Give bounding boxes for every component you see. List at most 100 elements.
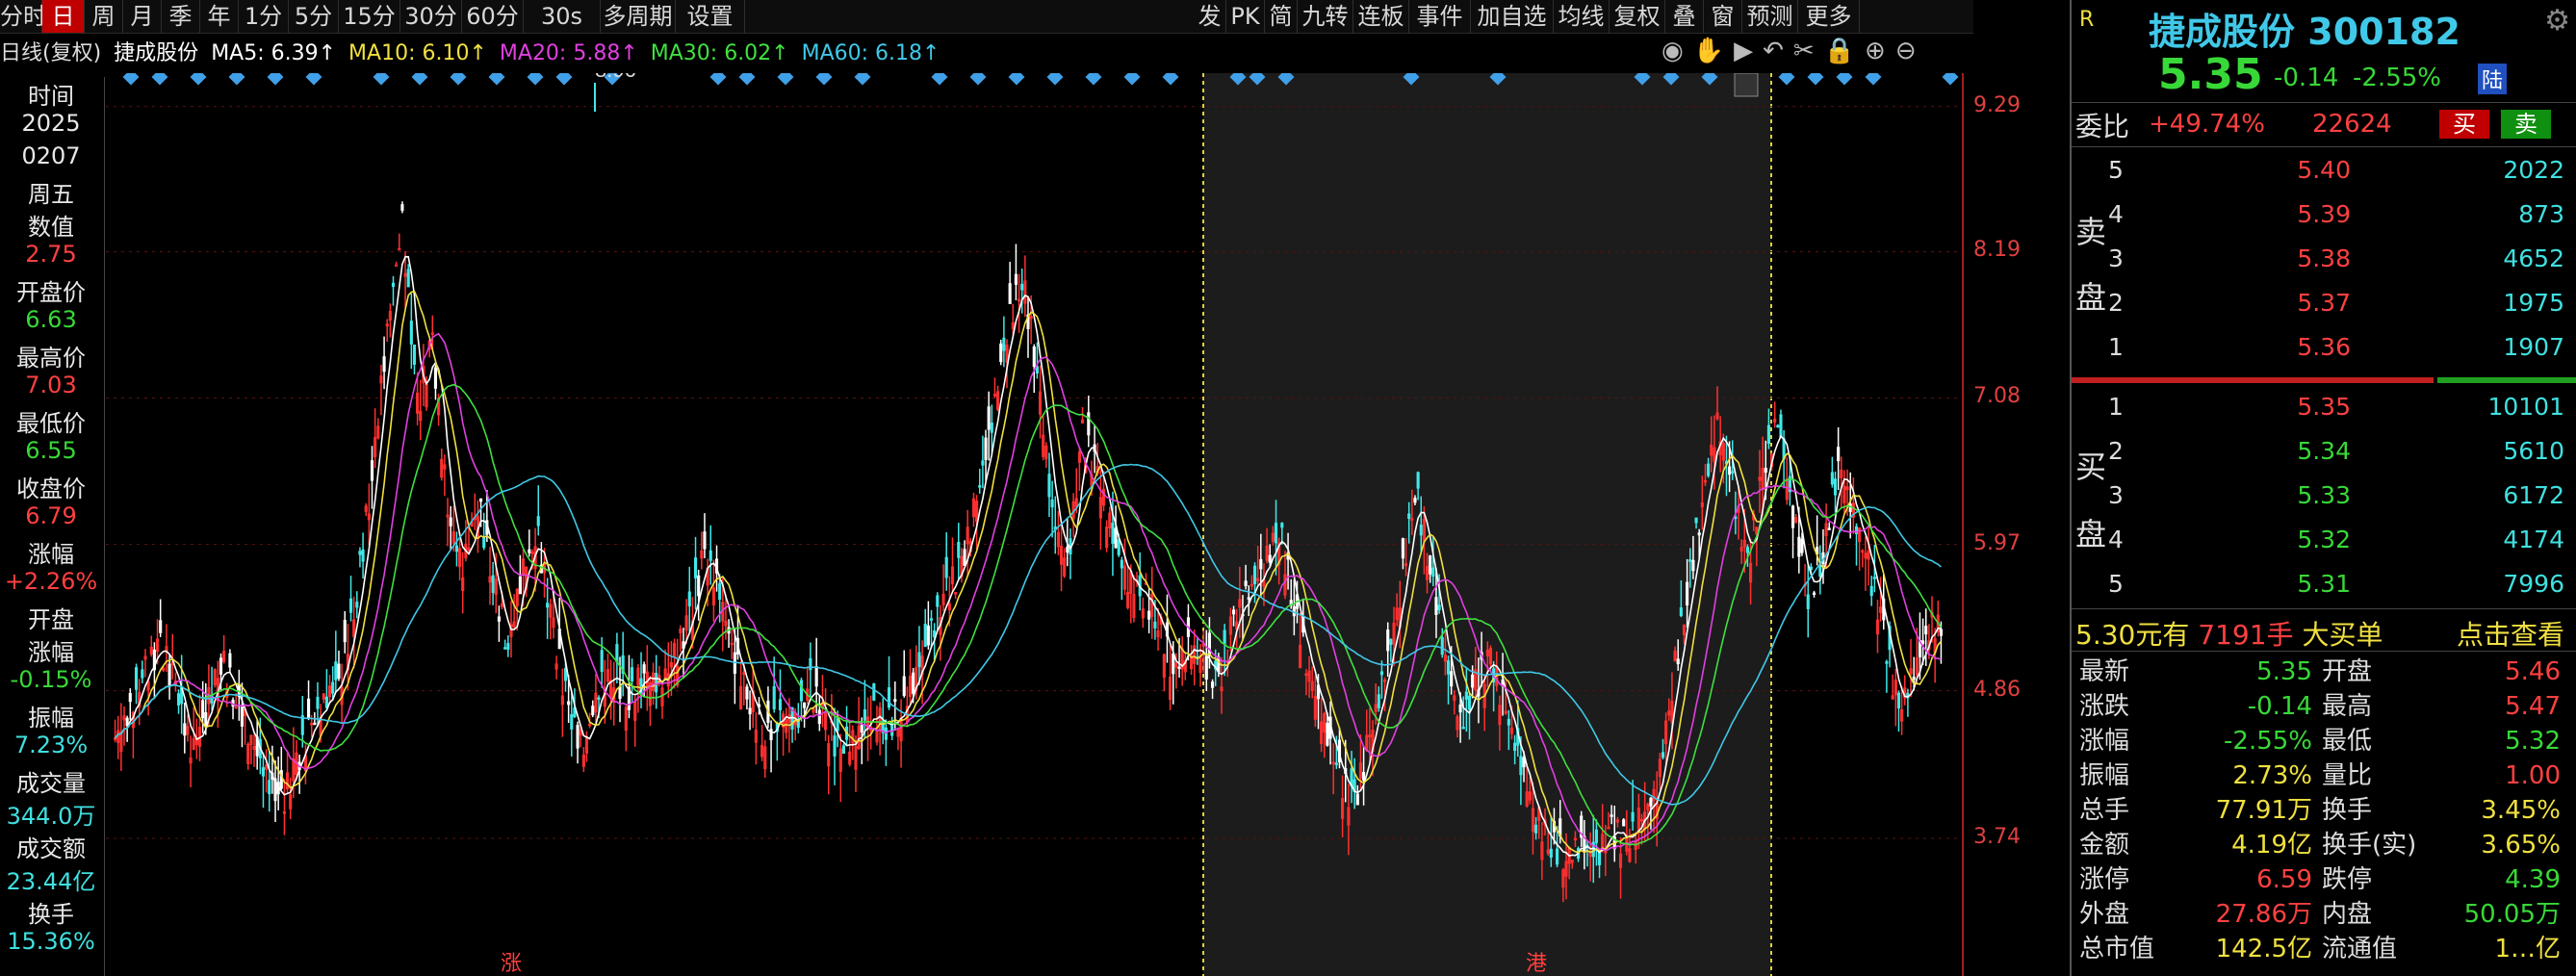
period-label[interactable]: 日线(复权) (0, 41, 101, 65)
play-icon[interactable]: ▶ (1734, 37, 1763, 65)
quote-value: -2.55% (2224, 727, 2312, 756)
candle-body (1661, 752, 1665, 758)
candle-body (1731, 471, 1735, 474)
toolbar-button[interactable]: 加自选 (1471, 0, 1554, 33)
candle-body (1885, 661, 1889, 664)
lock-icon[interactable]: 🔒 (1824, 37, 1865, 65)
info-cell: 15.36% (7, 928, 95, 955)
toolbar-button[interactable]: 均线 (1554, 0, 1610, 33)
toolbar-button[interactable]: 叠 (1665, 0, 1704, 33)
eye-icon[interactable]: ◉ (1662, 37, 1693, 65)
buy-button[interactable]: 买 (2439, 110, 2489, 139)
quote-label: 内盘 (2322, 900, 2373, 929)
quote-value: 5.32 (2505, 727, 2561, 756)
quote-row: 总市值 142.5亿 流通值 1…亿 (2072, 932, 2576, 966)
period-tab[interactable]: 月 (123, 0, 162, 33)
candle-body (1776, 424, 1780, 428)
period-tab[interactable]: 周 (85, 0, 123, 33)
price-tick-label: 9.29 (1973, 92, 2021, 117)
toolbar-button[interactable]: 九转 (1298, 0, 1353, 33)
toolbar-button[interactable]: 更多 (1798, 0, 1860, 33)
big-order-row[interactable]: 5.30元有 7191手 大买单 (2075, 614, 2383, 653)
period-tab[interactable]: 年 (200, 0, 239, 33)
period-tab[interactable]: 多周期 (601, 0, 676, 33)
toolbar-button[interactable]: 窗 (1704, 0, 1742, 33)
info-cell: 成交额 (16, 835, 86, 862)
candle-body (1362, 771, 1366, 781)
buys-row[interactable]: 1 5.35 10101 (2072, 385, 2576, 429)
buys-row[interactable]: 3 5.33 6172 (2072, 474, 2576, 518)
info-cell: 6.63 (25, 306, 77, 333)
candle-body (261, 767, 266, 777)
sells-row[interactable]: 5 5.40 2022 (2072, 148, 2576, 193)
signal-diamond (411, 73, 428, 86)
candle-body (893, 699, 897, 703)
candle-body (1020, 283, 1024, 291)
scissors-icon[interactable]: ✂ (1793, 37, 1824, 65)
candle-body (1467, 695, 1472, 710)
candle-body (1797, 536, 1801, 557)
info-cell: 最高价 (16, 345, 86, 372)
buys-row[interactable]: 5 5.31 7996 (2072, 562, 2576, 606)
info-cell: 成交量 (16, 770, 86, 797)
sells-row[interactable]: 2 5.37 1975 (2072, 281, 2576, 325)
toolbar-button[interactable]: 连板 (1353, 0, 1409, 33)
candle-body (141, 669, 144, 679)
sells-row[interactable]: 4 5.39 873 (2072, 193, 2576, 237)
candle-body (872, 683, 876, 701)
toolbar-button[interactable]: 复权 (1610, 0, 1665, 33)
info-cell: -0.15% (10, 666, 92, 693)
quote-label: 跌停 (2322, 865, 2373, 894)
sell-button[interactable]: 卖 (2501, 110, 2551, 139)
hand-icon[interactable]: ✋ (1693, 37, 1734, 65)
toolbar-button[interactable]: 预测 (1742, 0, 1798, 33)
candle-body (833, 735, 837, 757)
view-link[interactable]: 点击查看 (2457, 614, 2564, 653)
candle-body (1259, 558, 1263, 570)
toolbar-button[interactable]: 简 (1265, 0, 1298, 33)
period-tab[interactable]: 日 (42, 0, 85, 33)
sells-row[interactable]: 1 5.36 1907 (2072, 325, 2576, 370)
candle-body (358, 551, 362, 555)
quote-label: 流通值 (2322, 935, 2398, 963)
period-tab[interactable]: 1分 (239, 0, 289, 33)
kline-chart[interactable]: 8.96涨港财 (106, 73, 1964, 976)
candle-body (748, 707, 752, 715)
period-tab[interactable]: 30s (524, 0, 601, 33)
buys-row[interactable]: 2 5.34 5610 (2072, 429, 2576, 474)
period-tab[interactable]: 30分 (400, 0, 462, 33)
toolbar-button[interactable]: PK (1226, 0, 1265, 33)
signal-diamond (1807, 73, 1824, 86)
price-tick-label: 5.97 (1973, 530, 2021, 555)
candle-body (1766, 424, 1770, 445)
undo-icon[interactable]: ↶ (1763, 37, 1793, 65)
zoom-in-icon[interactable]: ⊕ (1865, 37, 1895, 65)
period-tab[interactable]: 60分 (462, 0, 524, 33)
settings-gear-icon[interactable]: ⚙ (2544, 4, 2570, 38)
info-cell: 时间 (28, 83, 74, 110)
candle-body (1419, 525, 1423, 536)
period-tab[interactable]: 分时 (0, 0, 46, 33)
toolbar-button[interactable]: 发 (1194, 0, 1226, 33)
candle-body (1688, 559, 1692, 562)
zoom-out-icon[interactable]: ⊖ (1895, 37, 1926, 65)
sells-row[interactable]: 3 5.38 4652 (2072, 237, 2576, 281)
candle-body (912, 672, 915, 694)
period-tab[interactable]: 5分 (289, 0, 339, 33)
candle-body (708, 550, 712, 561)
info-cell: 2.75 (25, 241, 77, 268)
stock-code: 300182 (2307, 11, 2460, 53)
candle-body (1837, 447, 1841, 462)
candle-body (204, 712, 208, 728)
quote-row: 最新 5.35 开盘 5.46 (2072, 655, 2576, 689)
period-tab[interactable]: 季 (162, 0, 200, 33)
quote-row: 涨跌 -0.14 最高 5.47 (2072, 689, 2576, 724)
weibi-label: 委比 (2075, 111, 2130, 142)
period-tab[interactable]: 15分 (339, 0, 400, 33)
candle-body (600, 650, 604, 673)
signal-diamond (527, 73, 544, 86)
buys-row[interactable]: 4 5.32 4174 (2072, 518, 2576, 562)
toolbar-button[interactable]: 事件 (1409, 0, 1471, 33)
period-tab[interactable]: 设置 (676, 0, 745, 33)
quote-label: 振幅 (2079, 761, 2130, 790)
